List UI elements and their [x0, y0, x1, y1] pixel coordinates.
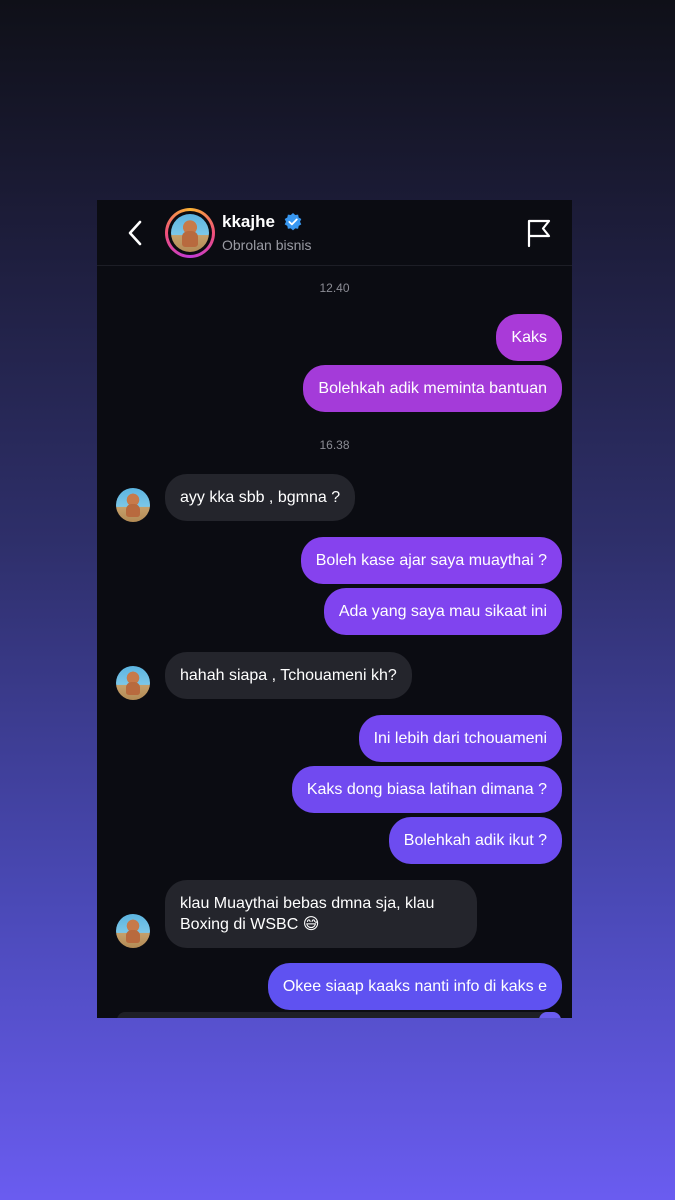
message-outgoing[interactable]: Bolehkah adik meminta bantuan: [303, 365, 562, 412]
back-chevron-icon: [128, 220, 142, 246]
contact-avatar[interactable]: [116, 666, 150, 700]
contact-avatar[interactable]: [116, 488, 150, 522]
message-outgoing[interactable]: Kaks: [496, 314, 562, 361]
chat-header: kkajhe Obrolan bisnis: [97, 200, 572, 266]
message-outgoing[interactable]: Boleh kase ajar saya muaythai ?: [300, 537, 562, 584]
timestamp: 16.38: [319, 438, 350, 452]
message-incoming[interactable]: hahah siapa , Tchouameni kh?: [165, 652, 412, 699]
message-incoming[interactable]: ayy kka sbb , bgmna ?: [165, 474, 356, 521]
verified-badge-icon: [285, 213, 302, 231]
message-outgoing[interactable]: Okee siaap kaaks nanti info di kaks e: [267, 963, 562, 1010]
timestamp: 12.40: [319, 281, 350, 295]
message-incoming[interactable]: klau Muaythai bebas dmna sja, klau Boxin…: [165, 880, 477, 948]
message-outgoing[interactable]: Ada yang saya mau sikaat ini: [323, 588, 562, 635]
profile-avatar[interactable]: [165, 208, 215, 258]
chat-type-label: Obrolan bisnis: [222, 237, 312, 253]
flag-icon: [527, 219, 551, 248]
message-outgoing[interactable]: Bolehkah adik ikut ?: [388, 817, 562, 864]
contact-info[interactable]: kkajhe Obrolan bisnis: [222, 212, 312, 253]
contact-username: kkajhe: [222, 212, 275, 231]
chat-window: kkajhe Obrolan bisnis 12.40 Kaks Bolehka…: [97, 200, 572, 1018]
message-composer[interactable]: [117, 1012, 557, 1018]
report-button[interactable]: [525, 218, 553, 248]
message-outgoing[interactable]: Ini lebih dari tchouameni: [358, 715, 562, 762]
contact-avatar[interactable]: [116, 914, 150, 948]
composer-send-edge: [539, 1012, 561, 1018]
message-outgoing[interactable]: Kaks dong biasa latihan dimana ?: [291, 766, 562, 813]
back-button[interactable]: [121, 218, 151, 248]
